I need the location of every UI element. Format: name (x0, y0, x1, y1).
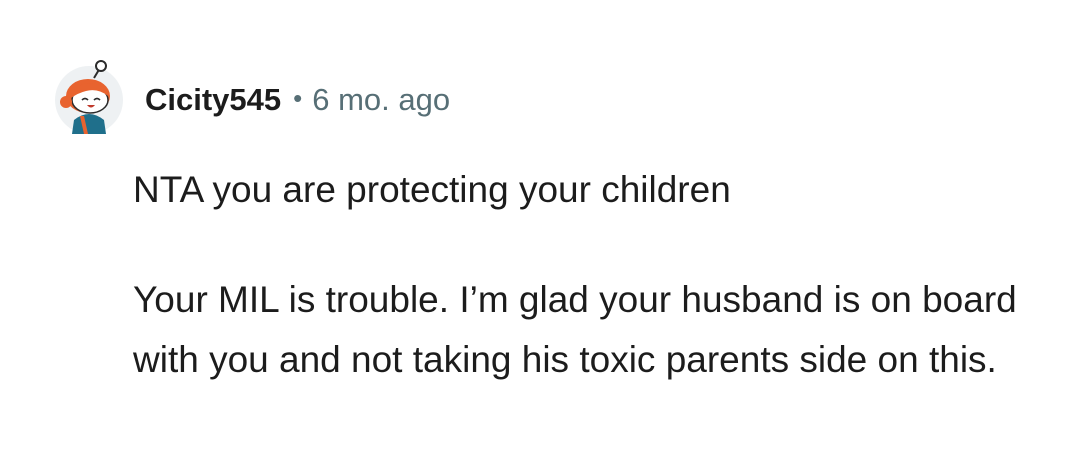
snoo-avatar-icon (55, 60, 123, 134)
user-avatar[interactable] (50, 58, 128, 136)
comment: Cicity545 • 6 mo. ago NTA you are protec… (0, 0, 1080, 455)
username-link[interactable]: Cicity545 (145, 82, 281, 118)
comment-paragraph: Your MIL is trouble. I’m glad your husba… (133, 279, 1017, 380)
comment-timestamp[interactable]: 6 mo. ago (312, 82, 450, 118)
comment-body: NTA you are protecting your children You… (133, 160, 1033, 390)
meta-separator: • (293, 82, 303, 113)
comment-meta: Cicity545 • 6 mo. ago (145, 78, 450, 122)
comment-paragraph: NTA you are protecting your children (133, 169, 731, 210)
